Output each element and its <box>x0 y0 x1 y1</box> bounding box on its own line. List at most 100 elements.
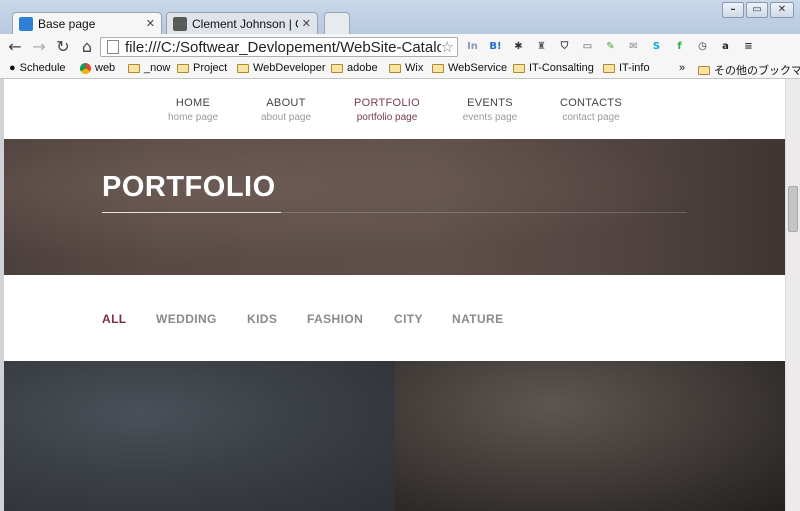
home-icon[interactable]: ⌂ <box>78 38 96 56</box>
nav-label: PORTFOLIO <box>353 97 421 109</box>
nav-label: HOME <box>175 97 211 109</box>
bookmark-adobe[interactable]: adobe <box>331 62 378 74</box>
nav-item-about[interactable]: ABOUT about page <box>261 97 311 123</box>
tab-title: Clement Johnson | One p <box>192 16 298 31</box>
nav-sublabel: events page <box>462 112 518 123</box>
nav-sublabel: about page <box>260 112 312 123</box>
bookmark-label: Wix <box>405 62 424 74</box>
hatena-bookmark-icon[interactable]: B! <box>487 38 504 55</box>
minimize-button[interactable]: – <box>722 2 744 18</box>
filter-kids[interactable]: KIDS <box>247 312 277 326</box>
pocket-icon[interactable]: ⛉ <box>556 38 573 55</box>
folder-icon <box>331 63 343 73</box>
bookmark-it-info[interactable]: IT-info <box>603 62 650 74</box>
page-icon <box>107 40 119 54</box>
chrome-icon <box>80 62 91 74</box>
nav-sublabel: contact page <box>562 112 620 123</box>
bookmark-label: WebDeveloper <box>253 62 326 74</box>
folder-icon <box>432 63 444 73</box>
bookmark-label: IT-info <box>619 62 650 74</box>
maximize-button[interactable]: ▭ <box>746 2 768 18</box>
bookmark-webdeveloper[interactable]: WebDeveloper <box>237 62 326 74</box>
bookmark-webservice[interactable]: WebService <box>432 62 507 74</box>
hero-banner: PORTFOLIO <box>4 139 785 275</box>
scrollbar-thumb[interactable] <box>788 186 798 232</box>
portfolio-image[interactable] <box>395 361 785 511</box>
title-underline <box>102 212 281 213</box>
url-text[interactable]: file:///C:/Softwear_Devlopement/WebSite-… <box>125 39 441 56</box>
skype-icon[interactable]: S <box>648 38 665 55</box>
bookmark-label: adobe <box>347 62 378 74</box>
feedly-icon[interactable]: f <box>671 38 688 55</box>
gear-puzzle-icon[interactable]: ✱ <box>510 38 527 55</box>
bookmark-schedule[interactable]: ● Schedule <box>9 62 66 74</box>
bookmark-other-bookmarks[interactable]: その他のブックマーク <box>698 62 800 78</box>
close-window-button[interactable]: ✕ <box>770 2 794 18</box>
address-bar[interactable]: file:///C:/Softwear_Devlopement/WebSite-… <box>100 37 458 57</box>
nav-sublabel: home page <box>167 112 219 123</box>
portfolio-image[interactable] <box>4 361 395 511</box>
portfolio-filters: ALL WEDDING KIDS FASHION CITY NATURE <box>4 275 785 361</box>
bookmark-label: IT-Consalting <box>529 62 594 74</box>
folder-icon <box>513 63 525 73</box>
cast-icon[interactable]: ▭ <box>579 38 596 55</box>
menu-icon[interactable]: ≡ <box>740 38 757 55</box>
bookmark-star-icon[interactable]: ☆ <box>441 38 454 56</box>
page-title: PORTFOLIO <box>102 171 276 203</box>
page-scrollbar[interactable] <box>785 79 800 511</box>
nav-label: EVENTS <box>467 97 513 109</box>
bookmarks-bar: ● Schedule web _now Project WebDeveloper… <box>0 60 800 79</box>
web-page: HOME home page ABOUT about page PORTFOLI… <box>4 79 785 511</box>
filter-all[interactable]: ALL <box>102 312 127 326</box>
bookmark-label: web <box>95 62 116 74</box>
filter-fashion[interactable]: FASHION <box>307 312 363 326</box>
tab-title: Base page <box>38 16 96 31</box>
forward-arrow-icon[interactable]: → <box>30 38 48 56</box>
translate-icon[interactable]: ✉ <box>625 38 642 55</box>
new-tab-button[interactable] <box>324 12 350 34</box>
tab-favicon-icon <box>19 16 33 31</box>
bookmark-it-consalting[interactable]: IT-Consalting <box>513 62 594 74</box>
reload-icon[interactable]: ↻ <box>54 38 72 56</box>
bookmark-web[interactable]: web <box>80 62 115 74</box>
tab-favicon-icon <box>173 16 187 31</box>
bookmark-label: WebService <box>448 62 508 74</box>
nav-label: CONTACTS <box>559 97 623 109</box>
nav-item-contacts[interactable]: CONTACTS contact page <box>560 97 622 123</box>
clock-icon[interactable]: ◷ <box>694 38 711 55</box>
stamp-icon[interactable]: ♜ <box>533 38 550 55</box>
nav-item-events[interactable]: EVENTS events page <box>463 97 518 123</box>
bookmark-label: Project <box>193 62 228 74</box>
divider-line <box>281 212 687 213</box>
tab-close-icon[interactable]: ✕ <box>146 17 155 30</box>
tab-close-icon[interactable]: ✕ <box>302 17 311 30</box>
evernote-icon[interactable]: ✎ <box>602 38 619 55</box>
window-controls: – ▭ ✕ <box>722 2 794 18</box>
nav-item-portfolio[interactable]: PORTFOLIO portfolio page <box>354 97 420 123</box>
bookmark-now[interactable]: _now <box>128 62 170 74</box>
tab-clement-johnson[interactable]: Clement Johnson | One p ✕ <box>166 12 318 34</box>
bookmark-project[interactable]: Project <box>177 62 227 74</box>
portfolio-gallery <box>4 361 785 511</box>
nav-item-home[interactable]: HOME home page <box>168 97 218 123</box>
tab-base-page[interactable]: Base page ✕ <box>12 12 162 34</box>
apple-icon: ● <box>9 62 16 74</box>
folder-icon <box>698 65 710 75</box>
browser-toolbar: ← → ↻ ⌂ file:///C:/Softwear_Devlopement/… <box>0 34 800 60</box>
bookmarks-overflow-button[interactable]: » <box>679 62 685 74</box>
back-arrow-icon[interactable]: ← <box>6 38 24 56</box>
bookmark-wix[interactable]: Wix <box>389 62 423 74</box>
nav-sublabel: portfolio page <box>356 112 418 123</box>
filter-wedding[interactable]: WEDDING <box>156 312 217 326</box>
bookmark-label: Schedule <box>19 62 66 74</box>
site-nav: HOME home page ABOUT about page PORTFOLI… <box>4 79 785 139</box>
bookmark-label: その他のブックマーク <box>714 65 800 77</box>
browser-titlebar: – ▭ ✕ Base page ✕ Clement Johnson | One … <box>0 0 800 34</box>
nav-label: ABOUT <box>266 97 306 109</box>
filter-city[interactable]: CITY <box>394 312 423 326</box>
filter-nature[interactable]: NATURE <box>452 312 504 326</box>
folder-icon <box>128 63 140 73</box>
folder-icon <box>237 63 249 73</box>
amazon-icon[interactable]: a <box>717 38 734 55</box>
in-icon[interactable]: In <box>464 38 481 55</box>
